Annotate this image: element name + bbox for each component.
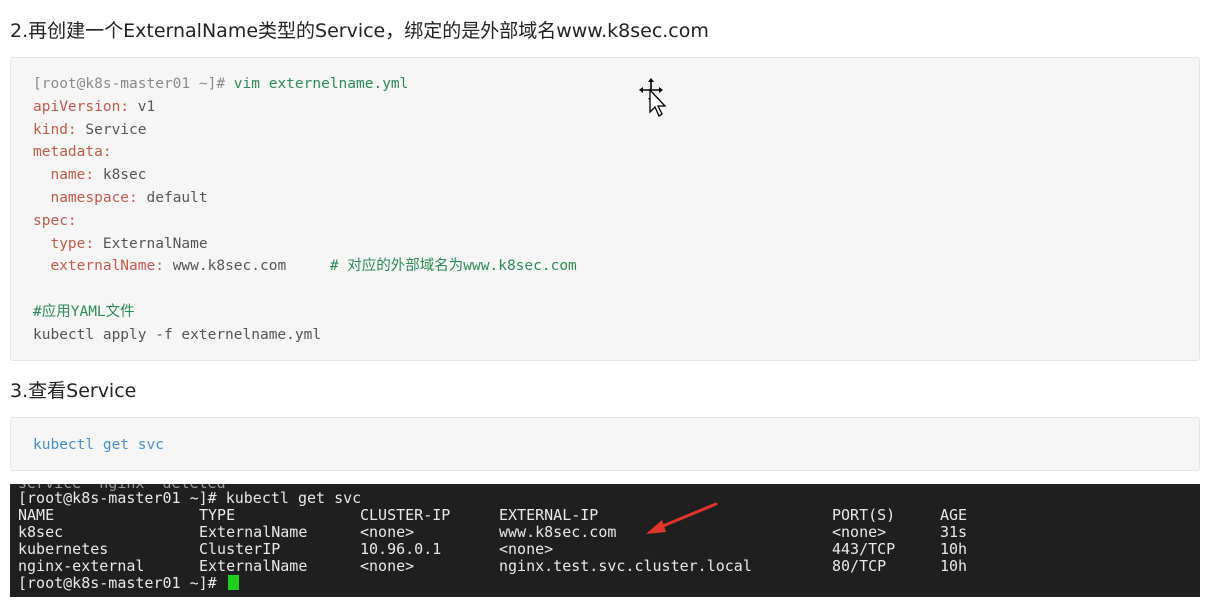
cell-age: 31s [940,523,968,541]
cell-name: nginx-external [18,557,145,575]
col-header-age: AGE [940,506,968,524]
code-line-externalname: externalName: www.k8sec.com # 对应的外部域名为ww… [11,255,1199,278]
terminal-prompt-command: [root@k8s-master01 ~]# kubectl get svc [18,489,362,507]
cell-external-ip: www.k8sec.com [499,523,617,541]
cell-name: k8sec [18,523,64,541]
yaml-value: ExternalName [102,235,208,252]
col-header-name: NAME [18,506,55,524]
yaml-value: Service [85,121,147,138]
yaml-key: type: [33,235,103,252]
terminal-screenshot: service "nginx" deleted [root@k8s-master… [10,484,1200,597]
code-line-command: [root@k8s-master01 ~]# vim externelname.… [11,73,1199,96]
svc-word: svc [137,437,164,453]
yaml-value: www.k8sec.com [172,258,287,275]
final-prompt-text: [root@k8s-master01 ~]# [18,574,226,592]
code-line-kubectl: kubectl get svc [11,434,1199,457]
terminal-final-prompt-line: [root@k8s-master01 ~]# [10,575,1200,592]
cell-ports: <none> [832,523,887,541]
move-cursor-icon [639,78,667,117]
yaml-key: externalName: [33,258,173,275]
yaml-comment: # 对应的外部域名为www.k8sec.com [286,258,577,275]
yaml-key: namespace: [33,189,147,206]
cell-ports: 80/TCP [832,557,887,575]
yaml-value: default [146,189,208,206]
cell-cluster-ip: <none> [360,523,415,541]
table-row: k8sec ExternalName <none> www.k8sec.com … [10,524,1200,541]
col-header-ports: PORT(S) [832,506,896,524]
cell-name: kubernetes [18,540,109,558]
section-3-heading: 3.查看Service [10,380,137,402]
terminal-prompt-line: [root@k8s-master01 ~]# kubectl get svc [10,490,1200,507]
red-arrow-icon [646,502,718,534]
code-line-type: type: ExternalName [11,233,1199,256]
code-line-kind: kind: Service [11,119,1199,142]
yaml-value: k8sec [102,167,147,184]
cell-ports: 443/TCP [832,540,896,558]
yaml-key: name: [33,167,103,184]
cell-cluster-ip: 10.96.0.1 [360,540,442,558]
yaml-value: v1 [137,98,156,115]
col-header-external-ip: EXTERNAL-IP [499,506,599,524]
table-row: nginx-external ExternalName <none> nginx… [10,558,1200,575]
kubectl-code-block: kubectl get svc [10,417,1200,471]
yaml-key: spec: [33,212,77,229]
kubectl-word: kubectl [33,437,95,453]
yaml-code-block: [root@k8s-master01 ~]# vim externelname.… [10,57,1200,361]
terminal-header-row: NAME TYPE CLUSTER-IP EXTERNAL-IP PORT(S)… [10,507,1200,524]
yaml-comment: #应用YAML文件 [33,303,135,320]
cell-type: ExternalName [199,557,308,575]
shell-prompt: [root@k8s-master01 ~]# [33,76,234,92]
code-line-apply-comment: #应用YAML文件 [11,301,1199,324]
terminal-cursor [227,575,239,590]
cell-age: 10h [940,557,968,575]
code-line-spec: spec: [11,210,1199,233]
cell-age: 10h [940,540,968,558]
col-header-type: TYPE [199,506,236,524]
cell-type: ClusterIP [199,540,281,558]
apply-command: kubectl apply -f externelname.yml [33,326,322,343]
section-2-heading: 2.再创建一个ExternalName类型的Service，绑定的是外部域名ww… [10,20,709,42]
code-line-apply: kubectl apply -f externelname.yml [11,324,1199,347]
code-line-namespace: namespace: default [11,187,1199,210]
code-line-metadata: metadata: [11,141,1199,164]
get-word: get [102,437,130,453]
yaml-key: kind: [33,121,86,138]
code-line-apiversion: apiVersion: v1 [11,96,1199,119]
yaml-key: apiVersion: [33,98,138,115]
col-header-cluster-ip: CLUSTER-IP [360,506,451,524]
cell-type: ExternalName [199,523,308,541]
cell-external-ip: nginx.test.svc.cluster.local [499,557,752,575]
terminal-final-prompt: [root@k8s-master01 ~]# [18,575,239,592]
table-row: kubernetes ClusterIP 10.96.0.1 <none> 44… [10,541,1200,558]
vim-command: vim externelname.yml [233,76,409,92]
yaml-key: metadata: [33,144,112,161]
code-line-name: name: k8sec [11,164,1199,187]
cell-external-ip: <none> [499,540,554,558]
cell-cluster-ip: <none> [360,557,415,575]
